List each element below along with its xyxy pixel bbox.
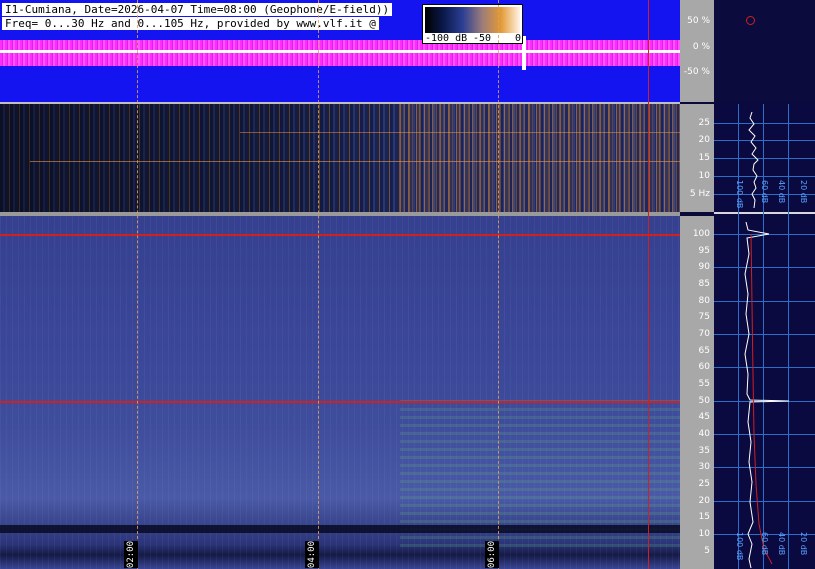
profile-level-label: 40 dB — [777, 532, 786, 556]
time-label-06: 06:00 — [485, 541, 499, 569]
time-gridline — [498, 0, 499, 569]
frequency-tick: 35 — [698, 446, 710, 456]
frequency-tick: 70 — [698, 329, 710, 339]
profile-level-label: 20 dB — [799, 532, 808, 556]
frequency-tick: 20 — [698, 135, 710, 145]
frequency-tick: 25 — [698, 118, 710, 128]
low-band-frequency-scale: 25 20 15 10 5 Hz — [680, 104, 714, 212]
frequency-tick: 85 — [698, 279, 710, 289]
frequency-tick: 25 — [698, 479, 710, 489]
frequency-tick: 45 — [698, 412, 710, 422]
time-label-02: 02:00 — [124, 541, 138, 569]
time-gridline — [318, 0, 319, 569]
frequency-tick: 65 — [698, 346, 710, 356]
mains-100hz-line — [0, 234, 680, 236]
upper-band-profile-curve — [748, 111, 759, 209]
frequency-tick: 55 — [698, 379, 710, 389]
frequency-tick: 15 — [698, 512, 710, 522]
amplitude-tick: -50 % — [683, 67, 710, 77]
profile-level-label: 20 dB — [799, 180, 808, 204]
status-indicator-icon — [746, 16, 755, 25]
frequency-tick: 15 — [698, 153, 710, 163]
amplitude-tick: 50 % — [687, 16, 710, 26]
profile-blank-area — [714, 0, 815, 102]
frequency-tick: 5 Hz — [689, 189, 710, 199]
frequency-tick: 50 — [698, 396, 710, 406]
current-time-marker — [648, 0, 649, 569]
color-scale-legend: -100 dB -50 0 — [422, 4, 523, 44]
waveform-trace — [0, 40, 680, 66]
time-gridline — [137, 0, 138, 569]
frequency-tick: 95 — [698, 246, 710, 256]
frequency-tick: 75 — [698, 312, 710, 322]
vlf-spectrogram-view: I1-Cumiana, Date=2026-04-07 Time=08:00 (… — [0, 0, 815, 569]
resonance-trace — [240, 132, 680, 133]
profile-level-label: 40 dB — [777, 180, 786, 204]
spectrogram-low-band-activity — [400, 104, 680, 212]
profile-level-label: 60 dB — [760, 532, 769, 556]
mains-50hz-line — [0, 401, 680, 403]
color-scale-mid-label: -50 — [473, 33, 492, 44]
waveform-centerline — [0, 50, 680, 53]
frequency-tick: 30 — [698, 462, 710, 472]
frequency-tick: 90 — [698, 262, 710, 272]
station-info-line: I1-Cumiana, Date=2026-04-07 Time=08:00 (… — [2, 3, 393, 16]
time-label-04: 04:00 — [305, 541, 319, 569]
frequency-tick: 40 — [698, 429, 710, 439]
color-scale-min-label: -100 dB — [425, 33, 468, 44]
frequency-tick: 100 — [692, 229, 710, 239]
color-scale-max-label: 0 — [515, 33, 522, 44]
frequency-tick: 10 — [698, 529, 710, 539]
color-scale-gradient — [425, 7, 520, 33]
amplitude-tick: 0 % — [692, 42, 710, 52]
spectrum-profile-curves — [744, 111, 790, 569]
profile-level-label: 100 dB — [735, 532, 744, 561]
spectrogram-dark-band — [0, 525, 680, 533]
profile-level-label: 60 dB — [760, 180, 769, 204]
high-band-frequency-scale: 100 95 90 85 80 75 70 65 60 55 50 45 40 … — [680, 216, 714, 569]
profile-level-label: 100 dB — [735, 180, 744, 209]
amplitude-scale: 50 % 0 % -50 % — [680, 0, 714, 102]
frequency-tick: 80 — [698, 296, 710, 306]
frequency-tick: 5 — [704, 546, 710, 556]
frequency-tick: 20 — [698, 496, 710, 506]
noise-floor-curve — [750, 233, 773, 565]
frequency-tick: 60 — [698, 362, 710, 372]
resonance-trace — [30, 161, 680, 162]
frequency-info-line: Freq= 0...30 Hz and 0...105 Hz, provided… — [2, 17, 379, 30]
frequency-tick: 10 — [698, 171, 710, 181]
